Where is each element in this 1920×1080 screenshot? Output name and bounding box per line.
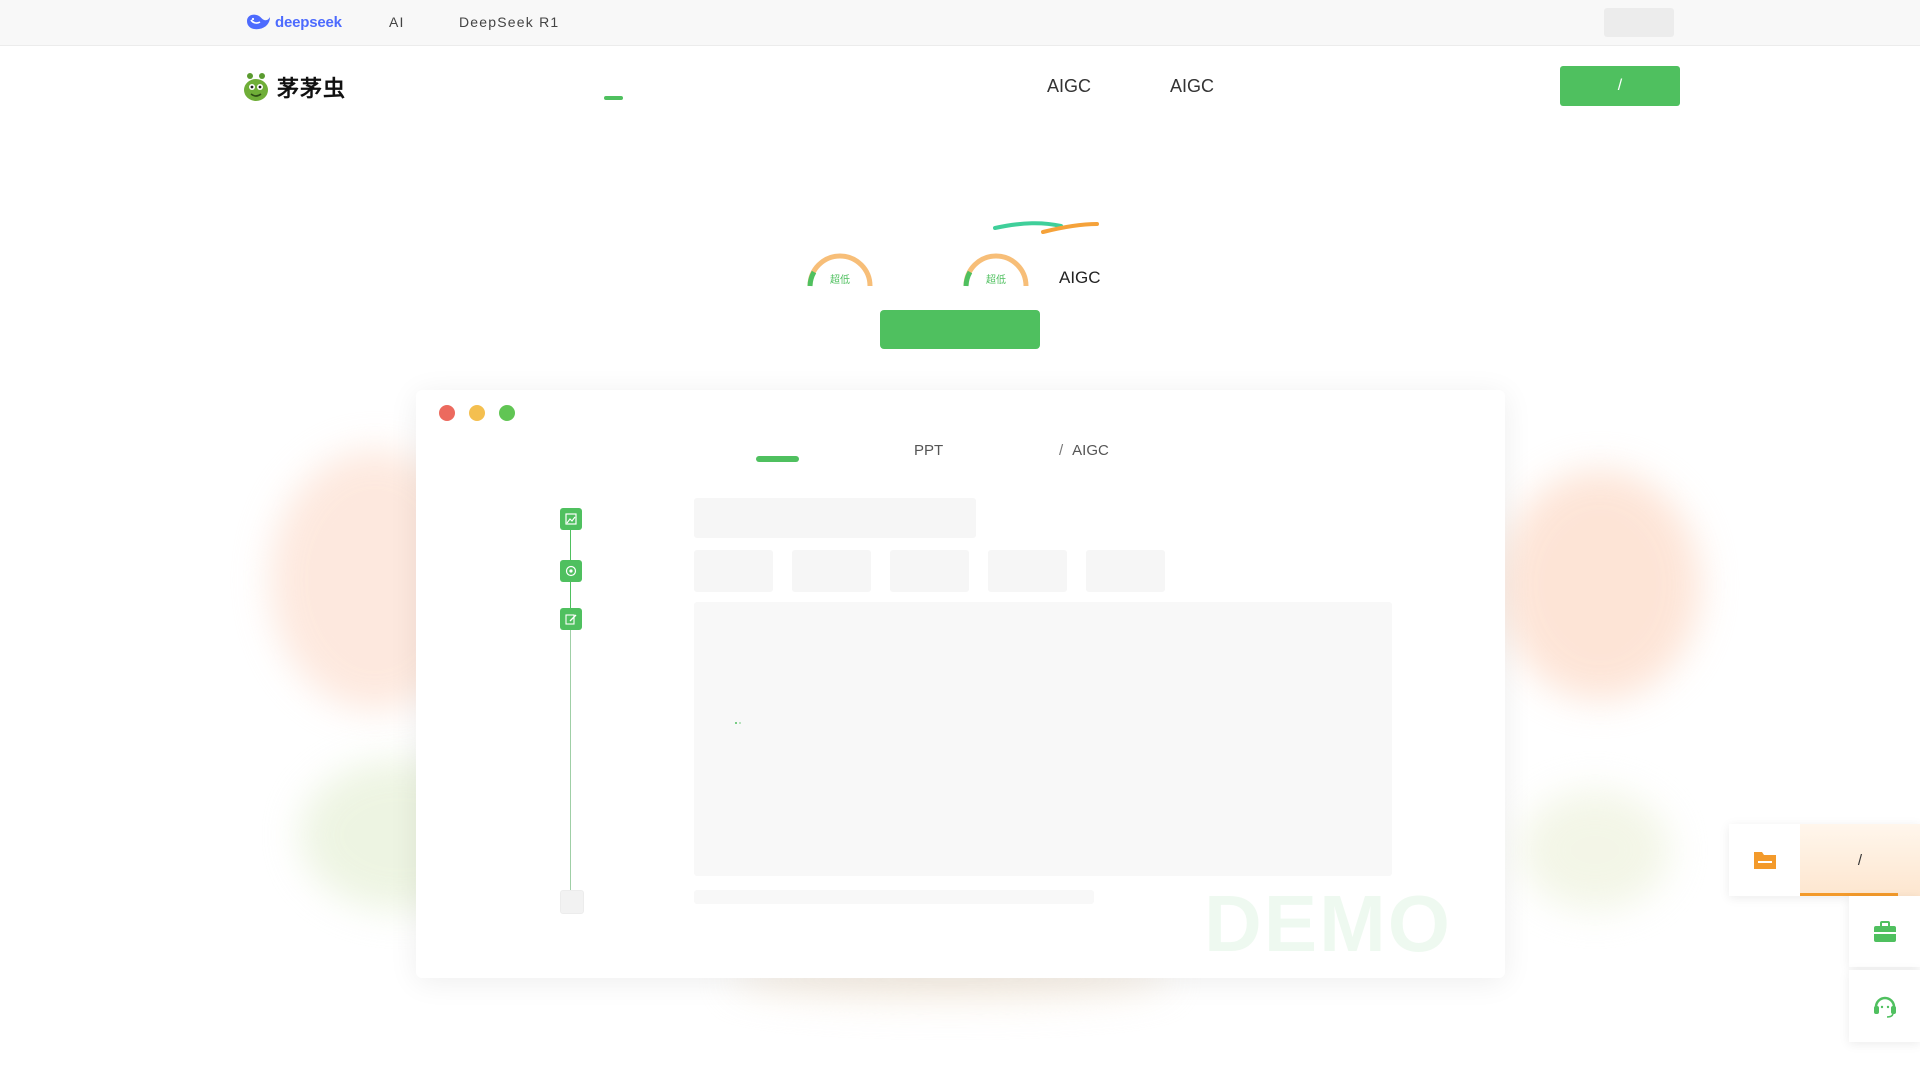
demo-tab-ppt[interactable]: PPT [914,442,943,459]
headset-icon [1873,996,1896,1018]
skeleton-footer [694,890,1094,904]
step-target[interactable] [560,560,582,582]
folder-icon [1753,852,1776,869]
step-connector [570,582,571,608]
floating-promo-card[interactable]: / [1729,824,1920,896]
floating-promo-label: / [1800,824,1920,896]
gauge-icon: 超低 [963,253,1029,287]
deepseek-logo[interactable]: deepseek [245,10,342,34]
gauge-badge-1: 超低 [806,250,874,293]
topbar-link-ai[interactable]: AI [389,14,405,30]
skeleton-title [694,498,976,538]
gauge-label: 超低 [986,273,1006,286]
skeleton-chip [1086,550,1165,592]
window-maximize-dot [499,405,515,421]
briefcase-icon [1873,920,1896,942]
flower-decoration-right [1500,470,1700,700]
side-toolbox-button[interactable] [1849,896,1920,967]
window-close-dot [439,405,455,421]
demo-tab-active-indicator [756,456,799,462]
demo-watermark: DEMO [1204,879,1452,968]
top-announcement-bar: deepseek AI DeepSeek R1 [0,0,1920,46]
whale-icon [247,14,270,30]
window-minimize-dot [469,405,485,421]
skeleton-chip [988,550,1067,592]
demo-tab-aigc[interactable]: / AIGC [1059,442,1109,459]
topbar-link-deepseek-r1[interactable]: DeepSeek R1 [459,14,559,30]
skeleton-chip [792,550,871,592]
floating-promo-icon-wrap [1729,824,1800,896]
side-customer-service-button[interactable] [1849,970,1920,1042]
step-edit[interactable] [560,608,582,630]
site-brand-name: 茅茅虫 [277,76,347,102]
demo-window: PPT / AIGC DEMO [416,390,1505,978]
step-pending [560,890,584,914]
gauge-badge-2: 超低 [962,250,1030,293]
bug-mascot-icon [244,73,268,101]
skeleton-chip [890,550,969,592]
nav-active-indicator [604,96,623,100]
site-logo[interactable]: 茅茅虫 [243,71,346,103]
hero-cta-button[interactable] [880,310,1040,349]
tab-separator: / [1059,442,1064,459]
nav-item-aigc-reduce[interactable]: AIGC [1170,76,1214,97]
loading-indicator [735,722,741,724]
hero-swoosh-decoration [993,221,1099,234]
skeleton-chip [694,550,773,592]
hero-aigc-label: AIGC [1059,268,1101,287]
step-image[interactable] [560,508,582,530]
gauge-label: 超低 [830,273,850,286]
gauge-icon: 超低 [807,253,873,287]
deepseek-logo-text: deepseek [275,13,342,31]
topbar-login-button[interactable] [1604,8,1674,37]
step-connector [570,630,571,890]
step-connector [570,530,571,560]
demo-tab-aigc-label: AIGC [1072,442,1109,459]
nav-item-aigc-detect[interactable]: AIGC [1047,76,1091,97]
image-step-icon [565,513,577,525]
target-step-icon [565,565,577,577]
nav-login-register-button[interactable]: / [1560,66,1680,106]
flower-decoration-right-leaf [1520,790,1670,910]
skeleton-content-area [694,602,1392,876]
edit-step-icon [565,614,577,625]
